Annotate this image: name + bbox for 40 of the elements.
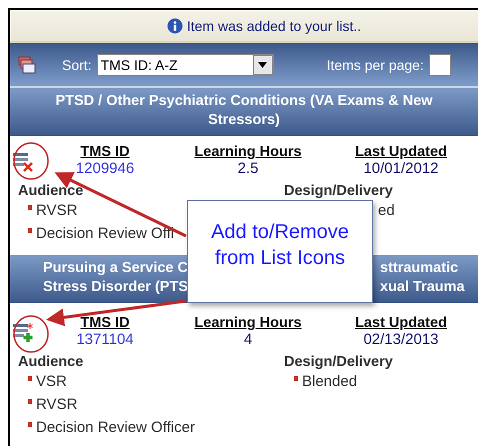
windows-icon[interactable] [18,56,36,74]
list-add-icon[interactable] [12,320,34,342]
id-link[interactable]: 1209946 [76,160,134,177]
list-item-text: VSR [36,373,67,390]
section-heading: Design/Delivery [284,354,393,370]
field-value: 10/01/2012 [363,160,439,177]
field-value: 02/13/2013 [363,331,439,348]
field-label: Last Updated [355,315,447,331]
highlight-circle [13,142,49,180]
items-per-page-label: Items per page: [326,56,424,72]
section-heading: Design/Delivery [284,183,393,199]
course-title-fragment: Pursuing a Service C [42,259,188,278]
course-title: PTSD / Other Psychiatric Conditions (VA Exams & New [55,92,433,111]
field-label: Learning Hours [194,144,302,160]
course-title: Stressors) [208,111,280,130]
caret-icon [258,62,268,68]
field-label: Learning Hours [194,315,302,331]
sort-select[interactable]: TMS ID: A-Z [96,54,274,76]
highlight-circle [13,315,49,353]
field-value: 4 [244,331,252,348]
field-label: TMS ID [80,144,130,160]
id-link[interactable]: 1371104 [76,331,134,348]
field-label: Last Updated [355,144,447,160]
callout-text: Add to/Remove from List Icons [210,220,350,271]
field-value: 2.5 [238,160,258,177]
info-icon [166,18,183,34]
list-item-text: Decision Review Officer [36,419,195,436]
section-heading: Audience [18,354,84,370]
items-per-page-field[interactable] [428,54,451,76]
course-title-fragment: xual Trauma [380,278,465,297]
course-title-fragment: sttraumatic [380,259,458,278]
section-heading: Audience [18,183,84,199]
list-item-text: RVSR [36,202,78,219]
list-item-text: ed [378,202,395,219]
field-label: TMS ID [80,315,130,331]
list-item-text: Blended [302,373,358,390]
list-item-text: RVSR [36,396,78,413]
message-text: Item was added to your list.. [186,18,362,34]
sort-label: Sort: [62,56,92,72]
course-title-fragment: Stress Disorder (PTS [42,278,188,297]
